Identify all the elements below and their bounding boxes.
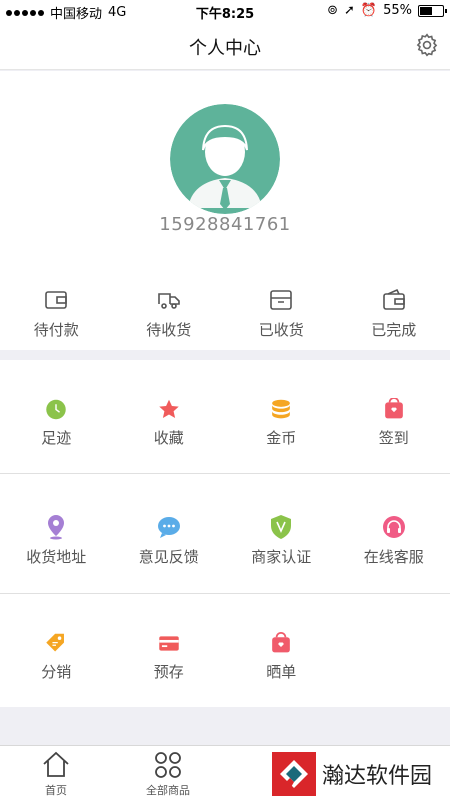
location-arrow-icon: ➚ (344, 3, 355, 18)
coins-icon (272, 399, 291, 419)
battery-icon (418, 4, 447, 17)
grid-item-online-service[interactable]: 在线客服 (338, 514, 450, 568)
shield-icon (271, 515, 292, 539)
grid-item-feedback[interactable]: 意见反馈 (113, 514, 226, 568)
battery-percent: 55% (383, 3, 412, 18)
watermark-logo-icon (272, 752, 316, 796)
order-pending-payment[interactable]: 待付款 (0, 287, 113, 347)
page-title: 个人中心 (189, 38, 261, 59)
checkin-icon (384, 398, 403, 419)
wallet-icon (45, 291, 68, 309)
purse-icon (382, 288, 405, 310)
grid-item-footprints[interactable]: 足迹 (0, 398, 113, 448)
home-icon (43, 751, 69, 777)
grid-row-2: 收货地址 意见反馈 商家认证 在线客服 (0, 514, 450, 568)
grid-icon (155, 752, 181, 778)
grid-item-address[interactable]: 收货地址 (0, 514, 113, 568)
order-status-row: 待付款 待收货 已收货 已完成 (0, 287, 450, 347)
rotation-lock-icon: ⊚ (327, 3, 338, 18)
alarm-icon: ⏰ (360, 3, 378, 18)
grid-row-1: 足迹 收藏 金币 签到 (0, 398, 450, 448)
grid-item-merchant-cert[interactable]: 商家认证 (225, 514, 338, 568)
tab-all-products[interactable]: 全部商品 (128, 750, 208, 798)
user-phone: 15928841761 (159, 214, 291, 235)
truck-icon (157, 293, 180, 309)
grid-item-checkin[interactable]: 签到 (338, 398, 450, 448)
order-received[interactable]: 已收货 (225, 287, 338, 347)
star-icon (159, 399, 179, 418)
status-bar: 中国移动 4G 下午8:25 ⊚ ➚ ⏰ 55% (0, 0, 450, 22)
order-pending-delivery[interactable]: 待收货 (113, 287, 226, 347)
tag-icon (46, 633, 65, 652)
inbox-icon (270, 290, 293, 310)
watermark-text: 瀚达软件园 (322, 764, 433, 789)
chat-icon (157, 517, 180, 538)
card-icon (159, 636, 179, 651)
headset-icon (382, 516, 405, 538)
order-completed[interactable]: 已完成 (338, 287, 450, 347)
nav-bar: 个人中心 (0, 22, 450, 70)
grid-item-empty (338, 632, 450, 682)
grid-item-distribution[interactable]: 分销 (0, 632, 113, 682)
divider (0, 593, 450, 594)
grid-item-prestore[interactable]: 预存 (113, 632, 226, 682)
gear-icon[interactable] (414, 32, 440, 58)
grid-item-show-order[interactable]: 晒单 (225, 632, 338, 682)
watermark: 瀚达软件园 (272, 752, 433, 796)
grid-row-3: 分销 预存 晒单 (0, 632, 450, 682)
tab-home[interactable]: 首页 (16, 750, 96, 798)
location-icon (48, 515, 65, 540)
grid-item-coins[interactable]: 金币 (225, 398, 338, 448)
grid-item-favorites[interactable]: 收藏 (113, 398, 226, 448)
divider (0, 473, 450, 474)
avatar[interactable] (170, 104, 280, 214)
bag-icon (272, 632, 291, 653)
clock-icon (46, 399, 66, 420)
